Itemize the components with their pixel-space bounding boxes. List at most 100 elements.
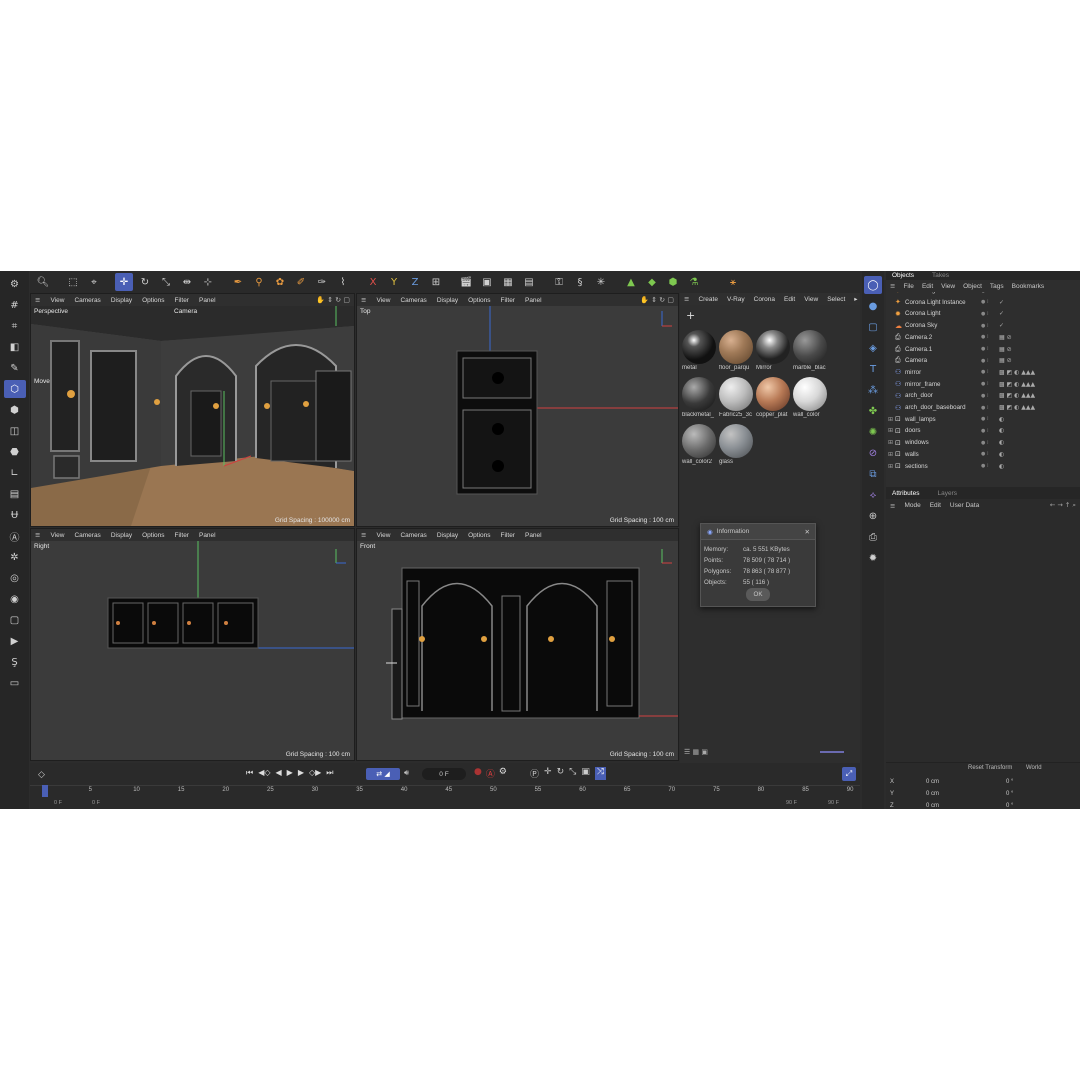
rectangle-icon[interactable]: ▢	[864, 318, 882, 336]
menu-filter[interactable]: Filter	[501, 532, 515, 539]
cube-green-icon[interactable]: ◆	[643, 273, 661, 291]
tags-icon[interactable]: ✓	[999, 322, 1004, 329]
spline-pen-icon[interactable]: ✒	[229, 273, 247, 291]
menu-icon[interactable]: ≡	[890, 282, 895, 290]
object-row[interactable]: ✦Corona Light Instance.1● ⁞✓	[886, 292, 1080, 296]
spline-icon[interactable]: ⚲	[250, 273, 268, 291]
material-item[interactable]: Mirror	[755, 329, 791, 373]
axis-y-icon[interactable]: Y	[385, 273, 403, 291]
render-region-icon[interactable]: ▶	[4, 632, 26, 650]
expand-icon[interactable]: ⊞	[886, 451, 895, 458]
joint-icon[interactable]: ⚹	[724, 273, 742, 291]
menu-panel[interactable]: Panel	[199, 532, 216, 539]
search-icon[interactable]: 🔍︎	[34, 273, 52, 291]
camera-icon[interactable]: ⎙	[864, 528, 882, 546]
menu-vray[interactable]: V-Ray	[727, 296, 745, 303]
paint-icon[interactable]: ✿	[271, 273, 289, 291]
model-mode-icon[interactable]: ⬡	[3, 380, 26, 398]
record-icon[interactable]: ●	[474, 767, 482, 780]
tags-icon[interactable]: ▩ ◩ ◐ ▲▲▲	[999, 392, 1035, 399]
render-settings-icon[interactable]: ▤	[520, 273, 538, 291]
prev-frame-icon[interactable]: ◀	[276, 768, 282, 778]
point-level-icon[interactable]: ▣	[581, 767, 590, 780]
range-start-field[interactable]: 0 F	[54, 800, 62, 806]
material-item[interactable]: metal	[681, 329, 717, 373]
tags-icon[interactable]: ◐	[999, 416, 1004, 423]
menu-panel[interactable]: Panel	[525, 297, 542, 304]
object-name[interactable]: doors	[905, 427, 981, 434]
menu-file[interactable]: File	[903, 283, 913, 290]
field-icon[interactable]: ✺	[864, 423, 882, 441]
next-key-icon[interactable]: ◇▶	[309, 768, 321, 778]
tags-icon[interactable]: ▩ ◩ ◐ ▲▲▲	[999, 369, 1035, 376]
param-icon[interactable]: ✛	[544, 767, 552, 780]
tags-icon[interactable]: ◐	[999, 427, 1004, 434]
visibility-dots-icon[interactable]: ● ⁞	[981, 299, 999, 305]
menu-icon[interactable]: ≡	[35, 531, 40, 539]
effector-icon[interactable]: ⟡	[864, 486, 882, 504]
menu-cameras[interactable]: Cameras	[400, 297, 426, 304]
object-name[interactable]: mirror	[905, 369, 981, 376]
tags-icon[interactable]: ◐	[999, 451, 1004, 458]
light-icon[interactable]: ✹	[864, 549, 882, 567]
sound-icon[interactable]: 🔊︎	[404, 768, 409, 778]
menu-view[interactable]: View	[804, 296, 818, 303]
active-camera-label[interactable]: Camera	[174, 308, 197, 315]
material-item[interactable]: wall_color2	[681, 423, 717, 467]
visibility-dots-icon[interactable]: ● ⁞	[981, 323, 999, 329]
object-name[interactable]: Corona Light Instance.1	[905, 292, 981, 294]
object-row[interactable]: ⚇ arch_door_baseboard ● ⁞ ▩ ◩ ◐ ▲▲▲	[886, 402, 1080, 413]
viewport-perspective[interactable]: ≡ View Cameras Display Options Filter Pa…	[30, 293, 355, 527]
transform-icon[interactable]: ⇹	[178, 273, 196, 291]
brush-icon[interactable]: ✐	[292, 273, 310, 291]
coord-icon[interactable]: ⊞	[427, 273, 445, 291]
menu-options[interactable]: Options	[142, 532, 164, 539]
visibility-dots-icon[interactable]: ● ⁞	[981, 463, 999, 469]
menu-view[interactable]: View	[50, 532, 64, 539]
object-name[interactable]: sections	[905, 463, 981, 470]
viewport-nav-icons[interactable]: ✋ ⇕ ↻ ▢	[316, 296, 350, 304]
scale-icon[interactable]: ⤡	[157, 273, 175, 291]
menu-cameras[interactable]: Cameras	[74, 297, 100, 304]
python-icon[interactable]: §	[571, 273, 589, 291]
tags-icon[interactable]: ▦ ⊘	[999, 334, 1012, 341]
position-field[interactable]: 0 cm	[926, 803, 1006, 809]
current-frame-field[interactable]: 0 F	[422, 768, 466, 780]
material-item[interactable]: blackmetal_	[681, 376, 717, 420]
object-row[interactable]: ✦ Corona Light Instance ● ⁞ ✓	[886, 297, 1080, 308]
object-name[interactable]: mirror_frame	[905, 381, 981, 388]
settings-icon[interactable]: ✳	[592, 273, 610, 291]
menu-edit[interactable]: Edit	[922, 283, 933, 290]
visibility-dots-icon[interactable]: ● ⁞	[981, 405, 999, 411]
object-name[interactable]: Corona Light	[905, 310, 981, 317]
visibility-dots-icon[interactable]: ● ⁞	[981, 334, 999, 340]
tab-layers[interactable]: Layers	[937, 490, 957, 497]
object-name[interactable]: Camera.1	[905, 346, 981, 353]
tab-attributes[interactable]: Attributes	[892, 490, 919, 497]
autokey-icon[interactable]: Ⓐ	[486, 767, 495, 780]
rotation-field[interactable]: 0 °	[1006, 779, 1013, 785]
object-row[interactable]: ⊞ ⊡ wall_lamps ● ⁞ ◐	[886, 414, 1080, 425]
expand-icon[interactable]: ⊞	[886, 416, 895, 423]
rotation-key-icon[interactable]: ↻	[557, 767, 565, 780]
object-row[interactable]: ⎙ Camera.2 ● ⁞ ▦ ⊘	[886, 332, 1080, 343]
lock-icon[interactable]: ▢	[4, 611, 26, 629]
triangle-icon[interactable]: ▲	[622, 273, 640, 291]
menu-display[interactable]: Display	[111, 532, 132, 539]
menu-view[interactable]: View	[50, 297, 64, 304]
visibility-dots-icon[interactable]: ● ⁞	[981, 440, 999, 446]
expand-icon[interactable]: ⊞	[886, 439, 895, 446]
cube-icon[interactable]: ◈	[864, 339, 882, 357]
visibility-dots-icon[interactable]: ● ⁞	[981, 346, 999, 352]
expand-icon[interactable]: ⊞	[886, 427, 895, 434]
object-mode-icon[interactable]: ◧	[4, 338, 26, 356]
render-view-icon[interactable]: ▣	[478, 273, 496, 291]
range-end-field[interactable]: 90 F	[828, 800, 839, 806]
polygons-mode-icon[interactable]: ⬣	[4, 443, 26, 461]
loop-toggle-icon[interactable]: ⇄ ◢	[366, 768, 400, 780]
pla-icon[interactable]: Ⓟ	[530, 767, 539, 780]
cylinder-icon[interactable]: ⚗	[685, 273, 703, 291]
live-select-icon[interactable]: ⌖	[85, 273, 103, 291]
object-name[interactable]: arch_door	[905, 392, 981, 399]
viewport-nav-icons[interactable]: ✋ ⇕ ↻ ▢	[640, 296, 674, 304]
